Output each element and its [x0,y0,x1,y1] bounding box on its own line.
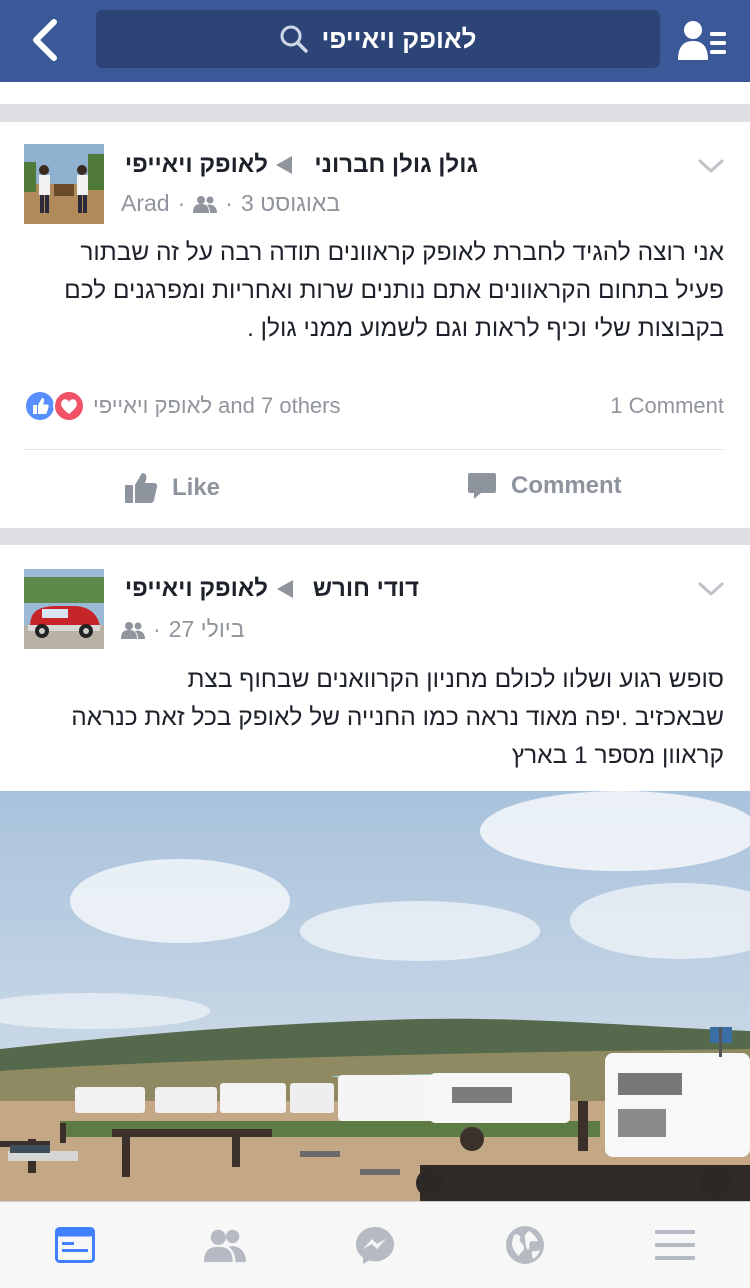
post-target-page[interactable]: לאופק ויאייפי [125,151,268,179]
tab-notifications[interactable] [504,1224,546,1266]
notifications-globe-icon [506,1226,544,1264]
bottom-tab-bar [0,1201,750,1288]
chevron-down-icon[interactable] [698,156,724,176]
group-audience-icon [193,195,218,213]
like-label: Like [172,474,221,501]
group-audience-icon [121,621,145,639]
top-navigation-bar: לאופק ויאייפי [0,0,750,82]
tab-friends[interactable] [204,1224,246,1266]
post-date[interactable]: 3 באוגוסט [241,190,340,217]
like-button[interactable]: Like [124,471,220,505]
like-reaction-icon [24,390,56,422]
post-text-line: פעיל בתחום הקראוונים אתם נותנים שרות ואח… [64,277,724,304]
post-text-line: שבאכזיב .יפה מאוד נראה כמו החנייה של לאו… [71,704,724,731]
messenger-icon [356,1227,394,1264]
menu-icon [655,1230,695,1260]
chevron-left-icon [33,19,57,61]
search-icon [280,25,309,53]
post-text-line: סופש רגוע ושלוו לכולם מחניון הקרוואנים ש… [187,666,724,693]
post-meta: Arad · · 3 באוגוסט [121,190,340,217]
meta-separator: · [225,190,233,216]
tab-news-feed[interactable] [54,1224,96,1266]
feed-top-spacer [0,82,750,104]
comment-count-link[interactable]: 1 Comment [610,393,724,419]
chevron-down-icon[interactable] [698,579,724,599]
search-query-text: לאופק ויאייפי [321,23,477,54]
friends-icon [204,1229,246,1263]
avatar[interactable] [24,144,104,224]
post-author-name[interactable]: גולן גולן חברוני [314,151,478,179]
post-text-line: בקבוצות שלי וכיף לראות וגם לשמוע ממני גו… [247,315,724,342]
avatar[interactable] [24,569,104,649]
thumbs-up-icon [125,473,158,503]
reactions-summary: לאופק ויאייפי and 7 others 1 Comment [24,386,724,426]
comment-button[interactable]: Comment [467,471,622,501]
friend-requests-button[interactable] [674,14,730,66]
post-photo[interactable] [0,791,750,1201]
meta-separator: · [153,616,161,642]
post-card: גולן גולן חברוני לאופק ויאייפי Arad · · … [0,122,750,528]
tab-menu[interactable] [654,1224,696,1266]
tab-messenger[interactable] [354,1224,396,1266]
post-body-text: סופש רגוע ושלוו לכולם מחניון הקרוואנים ש… [71,661,724,775]
post-text-line: אני רוצה להגיד לחברת לאופק קראוונים תודה… [80,239,724,266]
reactions-text: לאופק ויאייפי and 7 others [93,393,341,418]
back-button[interactable] [20,12,70,68]
post-author-name[interactable]: דודי חורש [313,575,419,603]
friend-requests-icon [678,21,726,60]
post-body-text: אני רוצה להגיד לחברת לאופק קראוונים תודה… [64,234,724,348]
arrow-to-icon [277,580,293,598]
divider [24,449,724,450]
post-meta: · 27 ביולי [121,616,245,643]
post-text-line: קראוון מספר 1 בארץ [511,742,724,769]
post-location[interactable]: Arad [121,190,170,217]
post-target-page[interactable]: לאופק ויאייפי [125,575,268,603]
reactions-link[interactable]: לאופק ויאייפי and 7 others [24,390,341,422]
post-date[interactable]: 27 ביולי [169,616,245,643]
post-card: דודי חורש לאופק ויאייפי · 27 ביולי סופש … [0,545,750,1201]
comment-label: Comment [511,472,622,499]
comment-icon [468,473,496,499]
search-field[interactable]: לאופק ויאייפי [96,10,660,68]
news-feed-icon [55,1227,95,1263]
love-reaction-icon [53,390,85,422]
meta-separator: · [177,190,186,216]
arrow-to-icon [276,156,292,174]
